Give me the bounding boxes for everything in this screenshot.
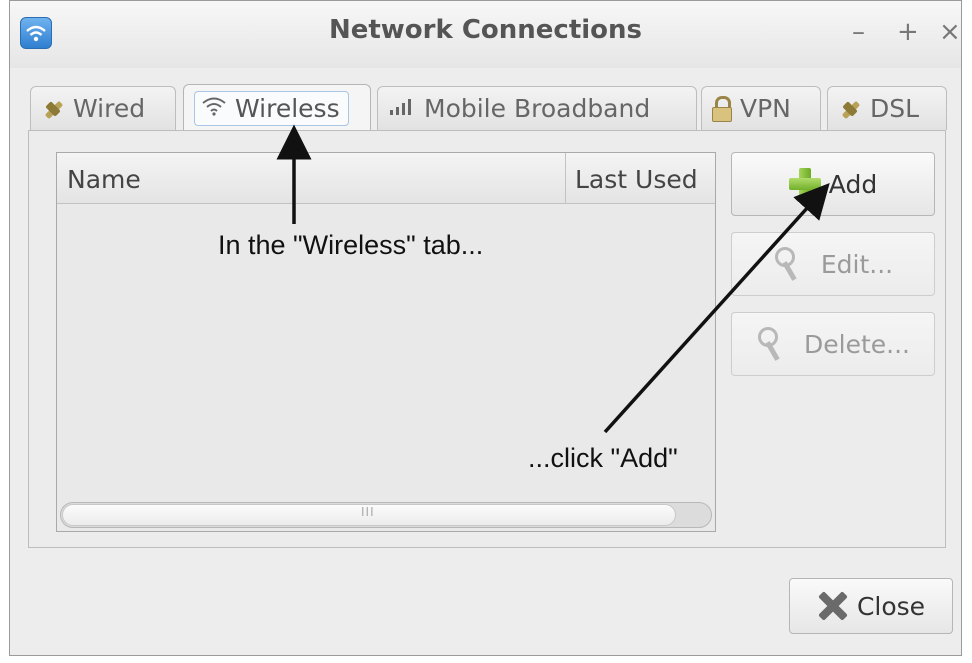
connections-list[interactable]: Name Last Used III (56, 152, 716, 532)
title-bar[interactable]: Network Connections – + × (10, 1, 961, 68)
column-separator[interactable] (565, 153, 566, 203)
window-title: Network Connections (328, 15, 643, 45)
close-button[interactable]: Close (789, 578, 953, 634)
plug-icon (838, 97, 862, 121)
tab-dsl-label: DSL (870, 94, 920, 123)
tab-wired[interactable]: Wired (30, 86, 176, 130)
wifi-icon (201, 94, 227, 123)
horizontal-scrollbar[interactable]: III (60, 502, 712, 528)
delete-button[interactable]: Delete... (731, 312, 935, 376)
maximize-button[interactable]: + (897, 17, 919, 47)
column-header-name[interactable]: Name (67, 165, 141, 194)
tab-wired-label: Wired (73, 94, 146, 123)
add-button-label: Add (828, 169, 878, 199)
scrollbar-grip: III (361, 505, 375, 519)
tab-wireless[interactable]: Wireless (183, 84, 371, 132)
edit-button-label: Edit... (820, 249, 894, 279)
tab-mobile-broadband-label: Mobile Broadband (424, 94, 651, 123)
tab-vpn-label: VPN (740, 94, 791, 123)
delete-button-label: Delete... (804, 329, 910, 359)
scrollbar-thumb[interactable]: III (62, 504, 676, 526)
minimize-button[interactable]: – (852, 17, 865, 47)
close-window-button[interactable]: × (939, 17, 961, 47)
signal-icon (388, 98, 416, 120)
annotation-add-hint: ...click "Add" (528, 443, 678, 473)
tab-dsl[interactable]: DSL (827, 86, 947, 130)
tab-vpn[interactable]: VPN (701, 86, 821, 130)
annotation-tab-hint: In the "Wireless" tab... (218, 230, 484, 260)
close-x-icon (817, 591, 847, 621)
list-header: Name Last Used (57, 153, 715, 204)
edit-button[interactable]: Edit... (731, 232, 935, 296)
add-button[interactable]: Add (731, 152, 935, 216)
key-icon (756, 325, 794, 363)
column-header-last-used[interactable]: Last Used (575, 165, 698, 194)
plug-icon (41, 97, 65, 121)
tab-wireless-label: Wireless (235, 94, 340, 123)
lock-icon (712, 95, 732, 122)
close-button-label: Close (856, 591, 926, 621)
key-icon (773, 245, 811, 283)
tab-mobile-broadband[interactable]: Mobile Broadband (377, 86, 697, 130)
plus-icon (788, 168, 821, 200)
